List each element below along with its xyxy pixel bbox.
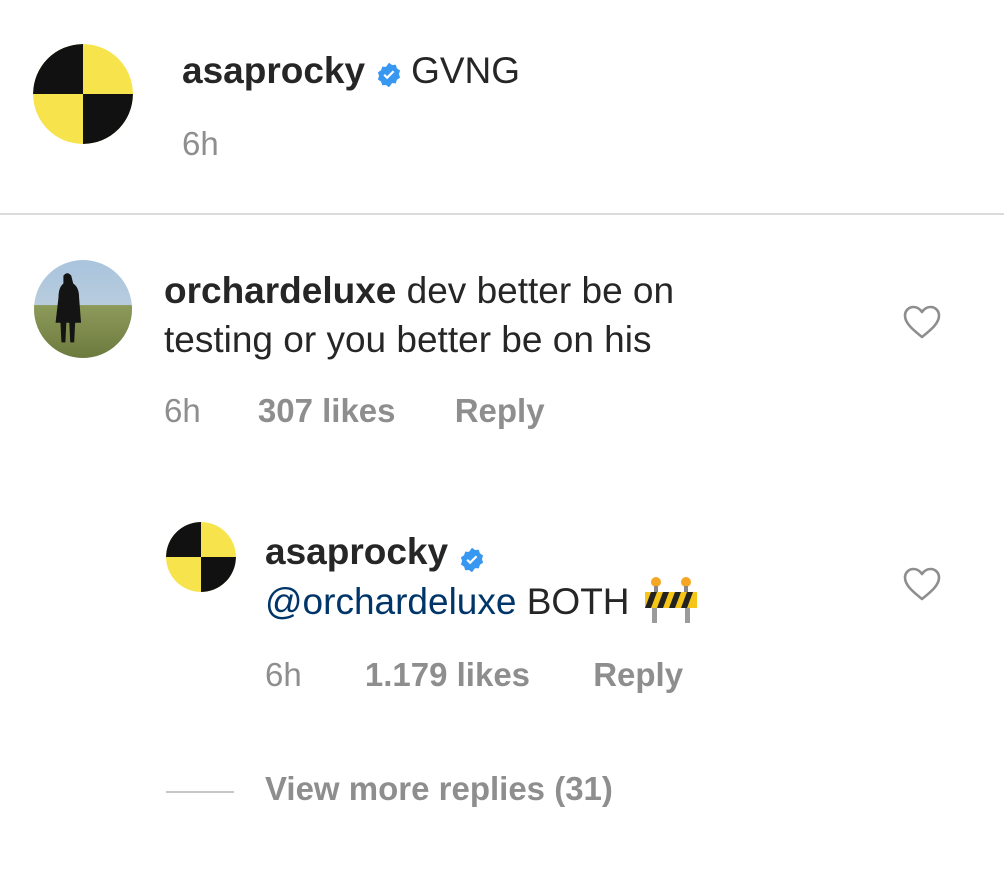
view-more-replies-label: View more replies (31) — [265, 770, 613, 807]
verified-badge-icon — [375, 56, 403, 88]
construction-barrier-icon — [642, 575, 700, 625]
caption-divider — [0, 213, 1004, 215]
comment-avatar[interactable] — [34, 260, 132, 358]
crash-test-avatar-icon — [166, 522, 236, 592]
reply-text: BOTH — [526, 581, 630, 622]
reply-reply-button[interactable]: Reply — [593, 656, 683, 694]
comment-text-2: testing or you better be on his — [164, 319, 652, 360]
heart-outline-icon — [903, 305, 941, 339]
comment-body: orchardeluxe dev better be on testing or… — [164, 266, 674, 364]
reply-line-1: asaprocky — [265, 527, 700, 577]
reply-mention-link[interactable]: @orchardeluxe — [265, 581, 516, 622]
reply-meta: 6h 1.179 likes Reply — [265, 656, 683, 694]
comment-username[interactable]: orchardeluxe — [164, 270, 396, 311]
reply-like-button[interactable] — [902, 566, 942, 602]
comment-text-1: dev better be on — [406, 270, 675, 311]
comment-line-1: orchardeluxe dev better be on — [164, 266, 674, 315]
reply-line-2: @orchardeluxe BOTH — [265, 577, 700, 629]
crash-test-avatar-icon — [33, 44, 133, 144]
caption-text: GVNG — [411, 50, 521, 91]
comment-time: 6h — [164, 392, 201, 429]
heart-outline-icon — [903, 567, 941, 601]
caption-avatar[interactable] — [33, 44, 133, 144]
caption-line: asaprocky GVNG — [182, 50, 520, 92]
verified-badge-icon — [458, 537, 486, 573]
caption-time: 6h — [182, 125, 219, 163]
reply-username[interactable]: asaprocky — [265, 531, 448, 572]
comment-likes[interactable]: 307 likes — [258, 392, 396, 430]
reply-body: asaprocky @orchardeluxe BOTH — [265, 527, 700, 629]
user-photo-avatar-icon — [34, 260, 132, 358]
comment-like-button[interactable] — [902, 304, 942, 340]
caption-timestamp: 6h — [182, 125, 219, 162]
reply-time: 6h — [265, 656, 302, 693]
caption-username[interactable]: asaprocky — [182, 50, 365, 91]
reply-likes[interactable]: 1.179 likes — [365, 656, 530, 694]
view-more-divider — [166, 791, 234, 793]
comment-reply-button[interactable]: Reply — [455, 392, 545, 430]
view-more-replies-button[interactable]: View more replies (31) — [265, 770, 613, 808]
comment-meta: 6h 307 likes Reply — [164, 392, 545, 430]
reply-avatar[interactable] — [166, 522, 236, 592]
